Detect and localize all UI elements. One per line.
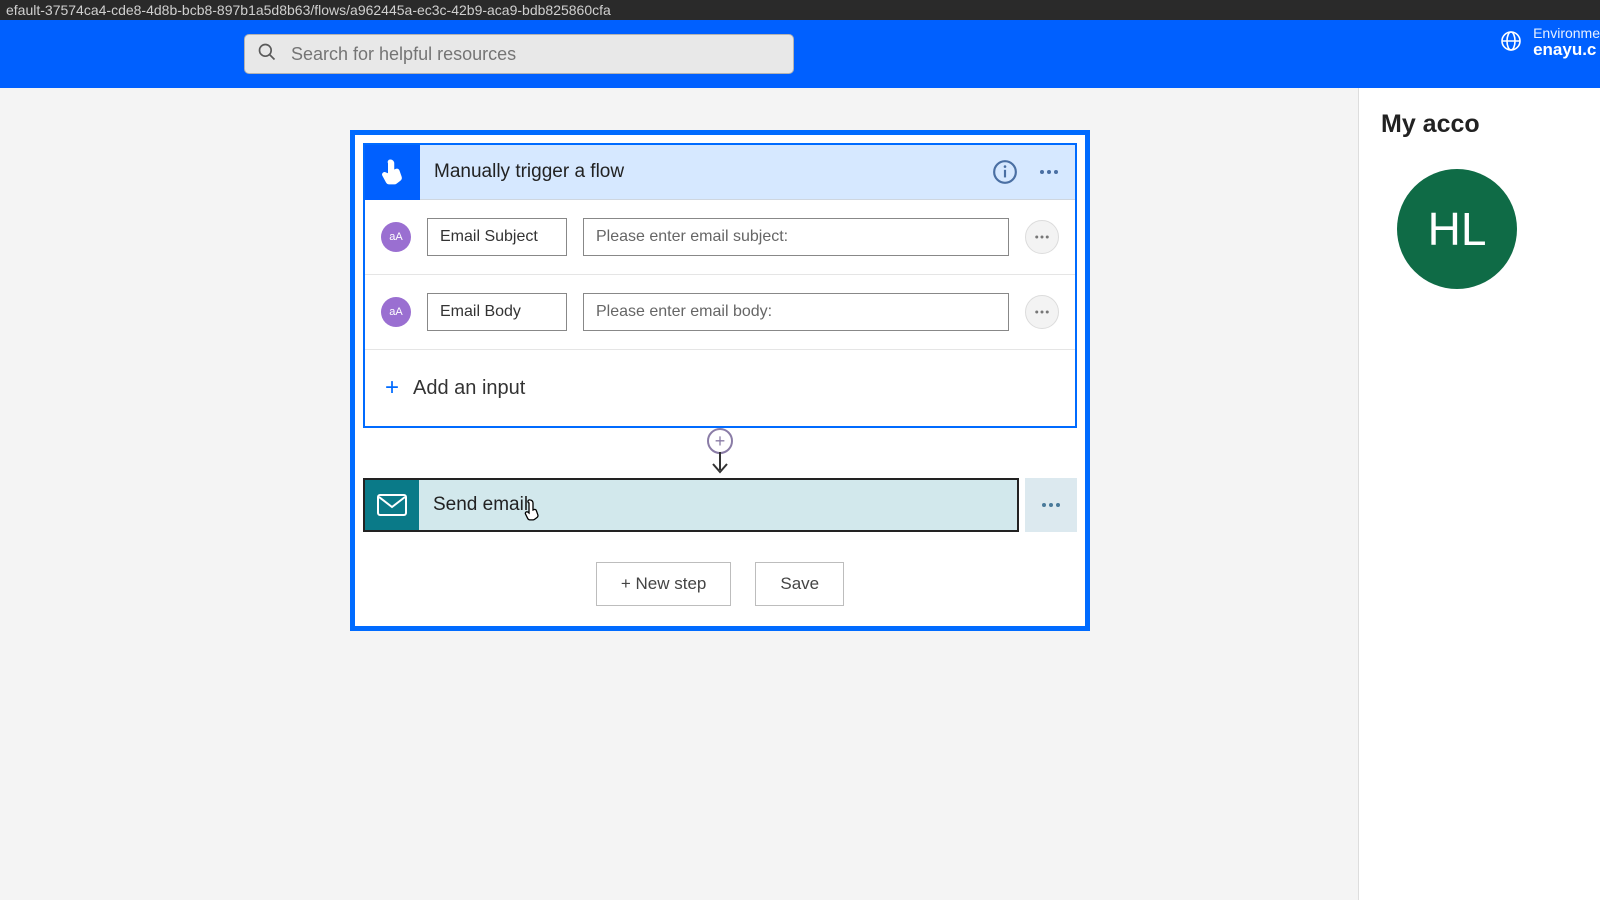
canvas-footer: + New step Save	[363, 532, 1077, 618]
trigger-title: Manually trigger a flow	[420, 161, 987, 183]
flow-connector: +	[363, 430, 1077, 478]
touch-icon	[365, 145, 420, 200]
flow-canvas: Manually trigger a flow aA	[350, 130, 1090, 631]
text-type-icon: aA	[381, 297, 411, 327]
account-heading: My acco	[1381, 110, 1600, 139]
environment-label: Environme	[1533, 26, 1600, 41]
search-input[interactable]	[291, 44, 781, 65]
environment-value: enayu.c	[1533, 41, 1600, 60]
search-icon	[257, 42, 277, 67]
action-title: Send email	[419, 494, 528, 516]
trigger-param-row: aA	[365, 200, 1075, 275]
param-prompt-input[interactable]	[583, 218, 1009, 256]
account-panel: My acco HL	[1358, 88, 1600, 900]
search-box[interactable]	[244, 34, 794, 74]
arrow-down-icon	[710, 452, 730, 481]
param-more-icon[interactable]	[1025, 220, 1059, 254]
param-prompt-input[interactable]	[583, 293, 1009, 331]
action-card[interactable]: Send email	[363, 478, 1077, 532]
plus-icon: +	[385, 376, 399, 400]
param-name-input[interactable]	[427, 218, 567, 256]
add-input-button[interactable]: + Add an input	[365, 350, 1075, 426]
info-icon[interactable]	[987, 154, 1023, 190]
trigger-card-header[interactable]: Manually trigger a flow	[365, 145, 1075, 200]
add-input-label: Add an input	[413, 377, 525, 400]
text-type-icon: aA	[381, 222, 411, 252]
insert-step-button[interactable]: +	[707, 428, 733, 454]
trigger-card[interactable]: Manually trigger a flow aA	[363, 143, 1077, 428]
top-ribbon: Environme enayu.c	[0, 20, 1600, 88]
more-icon[interactable]	[1031, 154, 1067, 190]
environment-picker[interactable]: Environme enayu.c	[1499, 26, 1600, 60]
mail-icon	[365, 480, 419, 530]
new-step-button[interactable]: + New step	[596, 562, 732, 606]
action-card-main[interactable]: Send email	[363, 478, 1019, 532]
trigger-param-row: aA	[365, 275, 1075, 350]
browser-url-bar: efault-37574ca4-cde8-4d8b-bcb8-897b1a5d8…	[0, 0, 1600, 20]
save-button[interactable]: Save	[755, 562, 844, 606]
param-more-icon[interactable]	[1025, 295, 1059, 329]
param-name-input[interactable]	[427, 293, 567, 331]
environment-icon	[1499, 29, 1523, 58]
avatar[interactable]: HL	[1397, 169, 1517, 289]
action-more-icon[interactable]	[1025, 478, 1077, 532]
